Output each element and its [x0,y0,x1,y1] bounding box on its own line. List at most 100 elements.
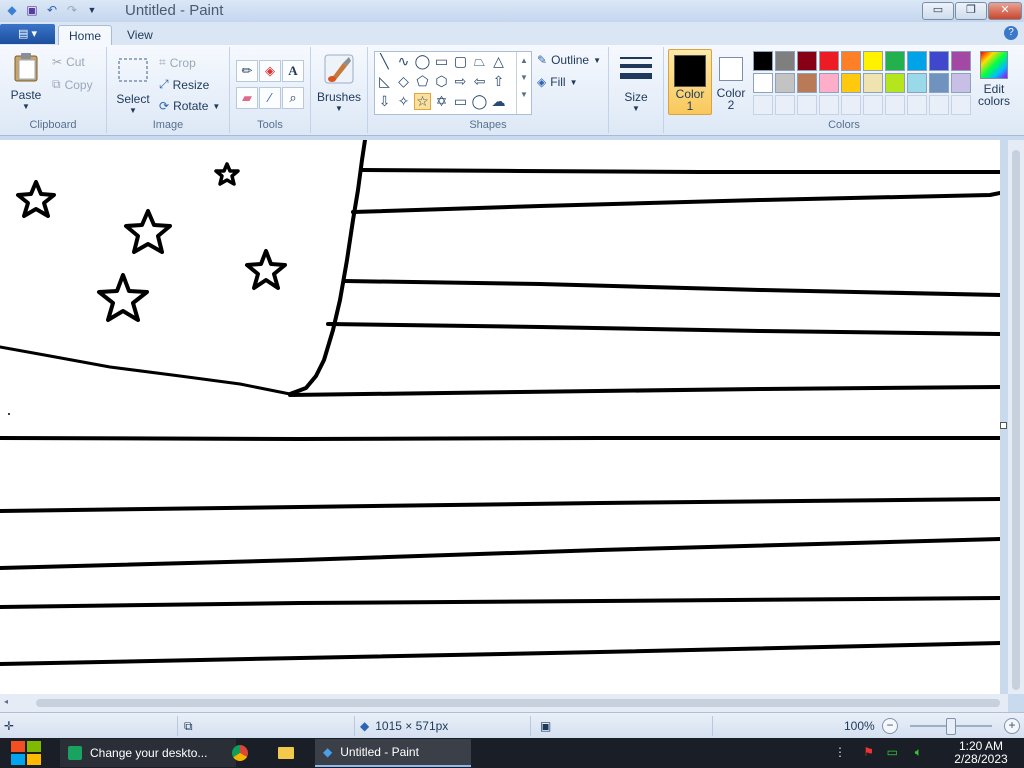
palette-color-swatch[interactable] [753,73,773,93]
taskbar-item-slides[interactable]: Change your deskto... [60,739,236,767]
clock[interactable]: 1:20 AM 2/28/2023 [946,740,1016,766]
fill-bucket-icon[interactable]: ◈ [259,60,281,82]
paint-menu-button[interactable]: ▤ ▾ [0,24,55,44]
fill-button[interactable]: ◈ Fill ▼ [537,75,577,89]
palette-custom-slot[interactable] [929,95,949,115]
palette-color-swatch[interactable] [929,51,949,71]
palette-color-swatch[interactable] [797,73,817,93]
flag-icon[interactable]: ⚑ [863,745,874,759]
taskbar-item-paint[interactable]: ◆ Untitled - Paint [315,739,471,767]
six-point-star-shape-icon[interactable]: ✡ [433,93,450,110]
palette-custom-slot[interactable] [951,95,971,115]
vertical-scrollbar[interactable] [1008,140,1024,694]
resize-button[interactable]: ⤢ Resize [159,77,209,92]
left-arrow-shape-icon[interactable]: ⇦ [471,73,488,90]
taskbar-item-chrome[interactable] [224,739,264,767]
maximize-button[interactable]: ❐ [955,2,987,20]
vertical-scroll-thumb[interactable] [1012,150,1020,690]
palette-color-swatch[interactable] [819,73,839,93]
palette-color-swatch[interactable] [907,51,927,71]
palette-color-swatch[interactable] [841,51,861,71]
canvas-resize-handle[interactable] [1000,422,1007,429]
palette-color-swatch[interactable] [951,51,971,71]
select-button[interactable]: Select ▼ [115,55,151,115]
paint-app-icon[interactable]: ◆ [4,2,20,18]
taskbar-item-explorer[interactable] [270,739,310,767]
palette-color-swatch[interactable] [775,73,795,93]
down-arrow-shape-icon[interactable]: ⇩ [376,93,393,110]
drawing-canvas[interactable] [0,140,1000,694]
palette-custom-slot[interactable] [753,95,773,115]
palette-custom-slot[interactable] [819,95,839,115]
zoom-slider-handle[interactable] [946,718,956,735]
rectangle-callout-shape-icon[interactable]: ▭ [452,93,469,110]
rotate-button[interactable]: ⟳ Rotate ▼ [159,99,220,113]
zoom-in-icon[interactable]: + [1004,718,1020,734]
shapes-scroll[interactable]: ▲ ▼ ▼ [516,52,531,114]
palette-color-swatch[interactable] [797,51,817,71]
zoom-out-icon[interactable]: − [882,718,898,734]
close-button[interactable]: ✕ [988,2,1022,20]
oval-shape-icon[interactable]: ◯ [414,53,431,70]
palette-custom-slot[interactable] [907,95,927,115]
paste-dropdown-icon[interactable]: ▼ [6,102,46,111]
color-picker-icon[interactable]: ⁄ [259,87,281,109]
five-point-star-shape-icon[interactable]: ☆ [414,93,431,110]
palette-color-swatch[interactable] [863,73,883,93]
hexagon-shape-icon[interactable]: ⬡ [433,73,450,90]
text-tool-icon[interactable]: A [282,60,304,82]
color2-button[interactable]: Color 2 [714,49,748,113]
horizontal-scroll-thumb[interactable] [36,699,1000,707]
palette-color-swatch[interactable] [951,73,971,93]
scroll-left-icon[interactable]: ◂ [4,697,8,706]
color1-button[interactable]: Color 1 [668,49,712,115]
edit-colors-button[interactable]: Edit colors [976,51,1012,107]
save-icon[interactable]: ▣ [24,2,40,18]
polygon-shape-icon[interactable]: ⏢ [471,53,488,70]
right-arrow-shape-icon[interactable]: ⇨ [452,73,469,90]
eraser-icon[interactable]: ▰ [236,87,258,109]
rectangle-shape-icon[interactable]: ▭ [433,53,450,70]
help-icon[interactable]: ? [1004,26,1018,40]
cut-button[interactable]: ✂ Cut [52,55,85,69]
cloud-callout-shape-icon[interactable]: ☁ [490,93,507,110]
tray-overflow-icon[interactable]: ⋮ [834,745,846,759]
crop-button[interactable]: ⌗ Crop [159,55,196,70]
select-dropdown-icon[interactable]: ▼ [115,106,151,115]
palette-custom-slot[interactable] [885,95,905,115]
palette-custom-slot[interactable] [775,95,795,115]
curve-shape-icon[interactable]: ∿ [395,53,412,70]
palette-custom-slot[interactable] [797,95,817,115]
windows-start-icon[interactable] [8,739,44,767]
palette-color-swatch[interactable] [885,51,905,71]
volume-icon[interactable]: 🔈︎ [915,745,922,760]
paste-button[interactable]: Paste ▼ [6,51,46,111]
palette-color-swatch[interactable] [863,51,883,71]
redo-icon[interactable]: ↷ [64,2,80,18]
triangle-shape-icon[interactable]: △ [490,53,507,70]
palette-custom-slot[interactable] [863,95,883,115]
outline-button[interactable]: ✎ Outline ▼ [537,53,601,67]
tab-home[interactable]: Home [58,25,113,46]
palette-color-swatch[interactable] [753,51,773,71]
rounded-rectangle-shape-icon[interactable]: ▢ [452,53,469,70]
magnifier-icon[interactable]: ⌕ [282,87,304,109]
up-arrow-shape-icon[interactable]: ⇧ [490,73,507,90]
palette-custom-slot[interactable] [841,95,861,115]
minimize-button[interactable]: ▭ [922,2,954,20]
horizontal-scrollbar[interactable]: ◂ [0,694,1008,712]
pencil-icon[interactable]: ✏ [236,60,258,82]
tab-view[interactable]: View [117,25,163,45]
diamond-shape-icon[interactable]: ◇ [395,73,412,90]
brushes-button[interactable]: Brushes ▼ [315,53,363,113]
palette-color-swatch[interactable] [775,51,795,71]
oval-callout-shape-icon[interactable]: ◯ [471,93,488,110]
line-shape-icon[interactable]: ╲ [376,53,393,70]
palette-color-swatch[interactable] [907,73,927,93]
size-button[interactable]: Size ▼ [617,53,655,113]
right-triangle-shape-icon[interactable]: ◺ [376,73,393,90]
pentagon-shape-icon[interactable]: ⬠ [414,73,431,90]
palette-color-swatch[interactable] [929,73,949,93]
undo-icon[interactable]: ↶ [44,2,60,18]
palette-color-swatch[interactable] [885,73,905,93]
